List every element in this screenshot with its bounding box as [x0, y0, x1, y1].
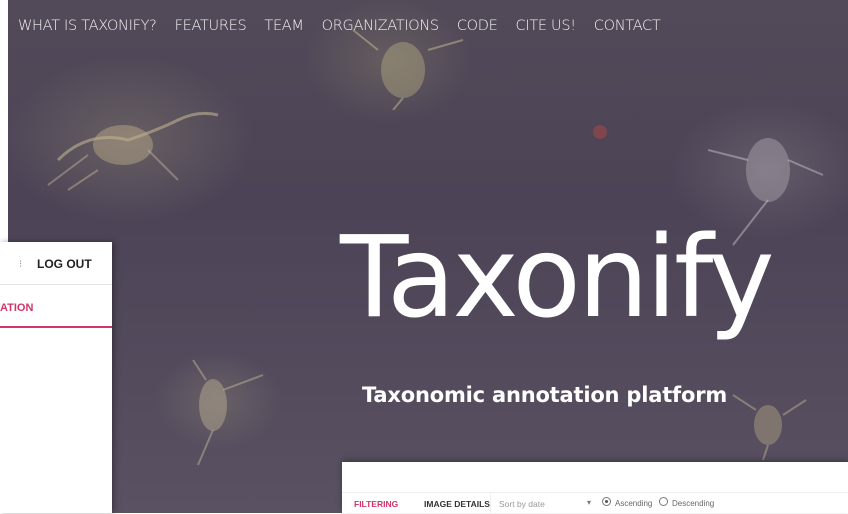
nav-what-is-taxonify[interactable]: WHAT IS TAXONIFY?: [18, 18, 157, 34]
plankton-image-1: [47, 111, 219, 191]
hero-title: Taxonify: [340, 213, 775, 343]
nav-organizations[interactable]: ORGANIZATIONS: [322, 18, 440, 34]
nav-cite-us[interactable]: CITE US!: [516, 18, 577, 34]
tab-filtering[interactable]: FILTERING: [354, 499, 398, 509]
tab-image-details[interactable]: IMAGE DETAILS: [424, 499, 490, 509]
hero-subtitle: Taxonomic annotation platform: [362, 383, 728, 407]
plankton-image-5: [732, 394, 807, 460]
ascending-label: Ascending: [615, 499, 653, 508]
logout-button[interactable]: LOG OUT: [37, 257, 92, 271]
descending-label: Descending: [672, 499, 715, 508]
app-screenshot-left: ⁝ LOG OUT ATION: [0, 242, 112, 513]
sort-select[interactable]: Sort by date ▾: [490, 493, 603, 513]
plankton-image-4: [192, 360, 264, 466]
nav-features[interactable]: FEATURES: [175, 18, 247, 34]
tab-annotation[interactable]: ATION: [0, 302, 33, 314]
nav-contact[interactable]: CONTACT: [594, 18, 661, 34]
active-tab-indicator: [0, 326, 112, 328]
red-particle: [593, 125, 607, 139]
filter-toolbar: FILTERING IMAGE DETAILS Sort by date ▾ A…: [342, 492, 848, 514]
app-topbar: ⁝ LOG OUT: [0, 242, 112, 285]
app-screenshot-bottom: FILTERING IMAGE DETAILS Sort by date ▾ A…: [342, 462, 848, 513]
sort-select-value: Sort by date: [499, 499, 545, 509]
nav-team[interactable]: TEAM: [264, 18, 304, 34]
chevron-down-icon: ▾: [587, 498, 592, 507]
descending-radio[interactable]: [659, 497, 668, 506]
more-menu-icon[interactable]: ⁝: [19, 259, 22, 270]
top-navigation: WHAT IS TAXONIFY? FEATURES TEAM ORGANIZA…: [18, 18, 661, 34]
ascending-radio[interactable]: [602, 497, 611, 506]
nav-code[interactable]: CODE: [457, 18, 498, 34]
